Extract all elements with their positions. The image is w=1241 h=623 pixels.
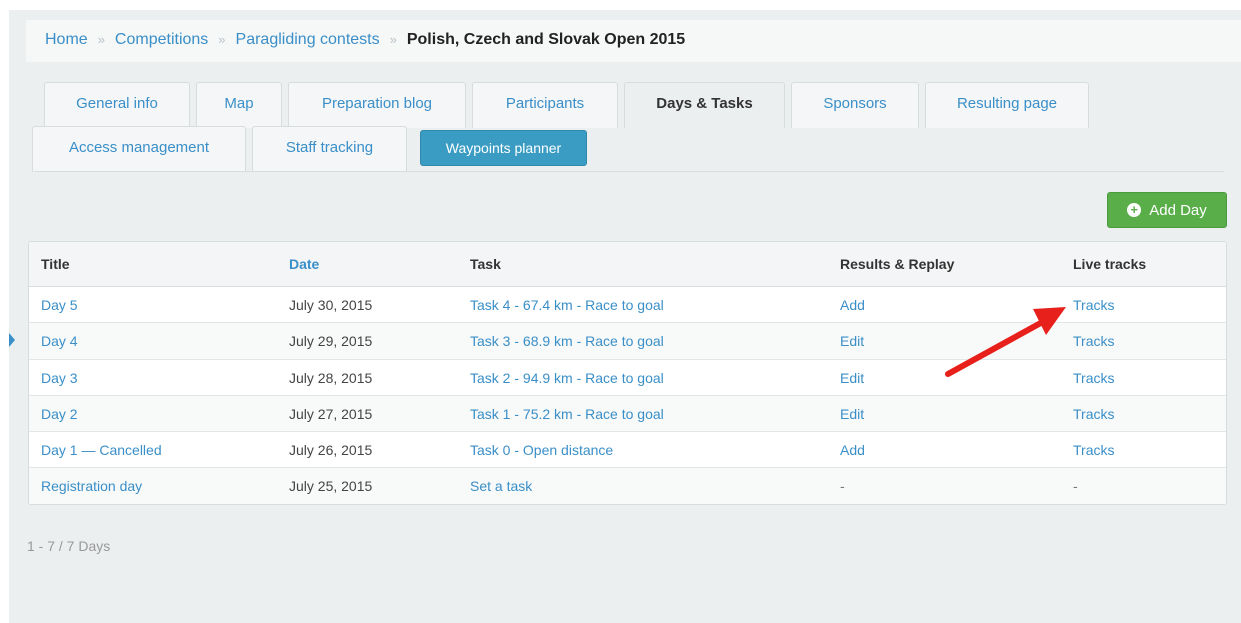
live-tracks-link[interactable]: Tracks xyxy=(1073,442,1114,458)
breadcrumb-current: Polish, Czech and Slovak Open 2015 xyxy=(406,31,686,48)
results-link[interactable]: Edit xyxy=(840,333,864,349)
day-date: July 27, 2015 xyxy=(289,405,373,422)
column-task: Task xyxy=(470,256,501,272)
tab-preparation-blog[interactable]: Preparation blog xyxy=(288,82,466,128)
results-link[interactable]: Add xyxy=(840,297,865,313)
plus-circle-icon: + xyxy=(1127,203,1142,217)
results-link[interactable]: Edit xyxy=(840,370,864,386)
day-date: July 26, 2015 xyxy=(289,442,373,459)
day-title-link[interactable]: Day 5 xyxy=(41,297,78,313)
table-row: Day 2 July 27, 2015 Task 1 - 75.2 km - R… xyxy=(29,395,1226,433)
waypoints-planner-button[interactable]: Waypoints planner xyxy=(420,130,587,166)
tab-sponsors[interactable]: Sponsors xyxy=(791,82,919,128)
tab-participants[interactable]: Participants xyxy=(472,82,618,128)
results-link[interactable]: Edit xyxy=(840,406,864,422)
table-row: Day 1 — Cancelled July 26, 2015 Task 0 -… xyxy=(29,432,1226,469)
day-date: July 30, 2015 xyxy=(289,297,373,313)
tab-resulting-page[interactable]: Resulting page xyxy=(925,82,1089,128)
live-tracks-empty: - xyxy=(1073,478,1078,495)
breadcrumb-paragliding-contests[interactable]: Paragliding contests xyxy=(236,31,380,48)
table-row: Registration day July 25, 2015 Set a tas… xyxy=(29,468,1226,504)
live-tracks-link[interactable]: Tracks xyxy=(1073,406,1114,422)
tab-days-tasks[interactable]: Days & Tasks xyxy=(624,82,785,128)
breadcrumb: Home » Competitions » Paragliding contests » P… xyxy=(26,20,1241,62)
tab-general-info[interactable]: General info xyxy=(44,82,190,128)
day-title-link[interactable]: Registration day xyxy=(41,478,142,494)
breadcrumb-home[interactable]: Home xyxy=(45,31,88,48)
column-live-tracks: Live tracks xyxy=(1073,256,1147,272)
day-date: July 25, 2015 xyxy=(289,478,373,495)
annotation-arrow-icon xyxy=(945,307,1066,377)
pagination-summary: 1 - 7 / 7 Days xyxy=(27,538,111,554)
day-title-link[interactable]: Day 4 xyxy=(41,333,78,349)
column-results-replay: Results & Replay xyxy=(840,256,955,272)
column-title[interactable]: Title xyxy=(41,256,70,272)
tab-staff-tracking[interactable]: Staff tracking xyxy=(252,126,407,172)
breadcrumb-competitions[interactable]: Competitions xyxy=(115,31,208,48)
results-link[interactable]: Add xyxy=(840,442,865,458)
task-link[interactable]: Task 2 - 94.9 km - Race to goal xyxy=(470,370,664,386)
set-task-link[interactable]: Set a task xyxy=(470,478,532,494)
day-date: July 28, 2015 xyxy=(289,369,373,386)
breadcrumb-separator: » xyxy=(218,32,226,47)
table-header: Title Date Task Results & Replay Live tr… xyxy=(29,242,1226,287)
day-date: July 29, 2015 xyxy=(289,333,373,350)
breadcrumb-separator: » xyxy=(389,32,397,47)
day-title-link[interactable]: Day 2 xyxy=(41,406,78,422)
tabs-divider xyxy=(34,171,1224,172)
day-title-link[interactable]: Day 1 — Cancelled xyxy=(41,442,162,458)
row-pointer-icon xyxy=(9,333,15,347)
day-title-link[interactable]: Day 3 xyxy=(41,370,78,386)
task-link[interactable]: Task 3 - 68.9 km - Race to goal xyxy=(470,333,664,349)
task-link[interactable]: Task 0 - Open distance xyxy=(470,442,613,458)
breadcrumb-separator: » xyxy=(97,32,105,47)
tab-access-management[interactable]: Access management xyxy=(32,126,246,172)
task-link[interactable]: Task 4 - 67.4 km - Race to goal xyxy=(470,297,664,313)
column-date[interactable]: Date xyxy=(289,256,319,272)
tab-map[interactable]: Map xyxy=(196,82,282,128)
add-day-label: Add Day xyxy=(1149,201,1207,219)
task-link[interactable]: Task 1 - 75.2 km - Race to goal xyxy=(470,406,664,422)
results-empty: - xyxy=(840,478,845,495)
add-day-button[interactable]: + Add Day xyxy=(1107,192,1227,228)
